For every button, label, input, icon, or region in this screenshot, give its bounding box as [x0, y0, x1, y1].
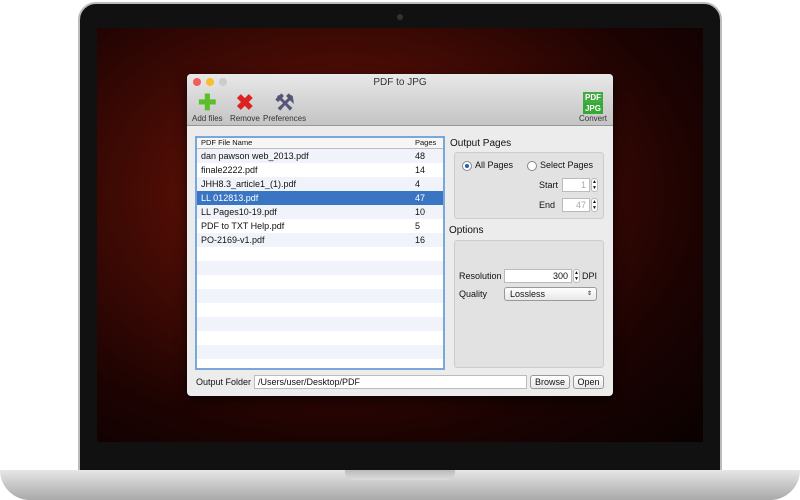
empty-row: [197, 303, 443, 317]
empty-row: [197, 345, 443, 359]
table-row[interactable]: LL Pages10-19.pdf 10: [197, 205, 443, 219]
convert-button[interactable]: PDF JPG Convert: [579, 92, 607, 123]
table-row[interactable]: JHH8.3_article1_(1).pdf 4: [197, 177, 443, 191]
table-row[interactable]: finale2222.pdf 14: [197, 163, 443, 177]
file-list[interactable]: PDF File Name Pages dan pawson web_2013.p…: [195, 136, 445, 370]
options-box: [454, 240, 604, 368]
tools-icon: ⚒: [274, 90, 295, 115]
file-name: dan pawson web_2013.pdf: [201, 151, 309, 161]
resolution-stepper[interactable]: ▲ ▼: [573, 269, 580, 283]
empty-row: [197, 275, 443, 289]
page-count: 16: [415, 235, 426, 245]
empty-row: [197, 317, 443, 331]
open-button[interactable]: Open: [573, 375, 604, 389]
radio-selected-icon: [462, 160, 472, 171]
empty-row: [197, 289, 443, 303]
remove-button[interactable]: ✖ Remove: [230, 90, 260, 124]
page-count: 47: [415, 193, 426, 203]
start-stepper[interactable]: ▲ ▼: [591, 178, 598, 192]
end-field[interactable]: 47: [562, 198, 590, 212]
quality-label: Quality: [459, 289, 488, 299]
file-name: JHH8.3_article1_(1).pdf: [201, 179, 297, 189]
file-name: LL Pages10-19.pdf: [201, 207, 277, 217]
page-count: 5: [415, 221, 421, 231]
remove-x-icon: ✖: [235, 90, 255, 115]
file-name: PO-2169-v1.pdf: [201, 235, 265, 245]
resolution-field[interactable]: 300: [504, 269, 572, 283]
file-name: PDF to TXT Help.pdf: [201, 221, 285, 231]
page-count: 10: [415, 207, 426, 217]
file-name: finale2222.pdf: [201, 165, 258, 175]
options-title: Options: [449, 225, 484, 236]
output-pages-title: Output Pages: [450, 138, 512, 149]
all-pages-radio[interactable]: All Pages: [462, 160, 513, 171]
toolbar: PDF to JPG ✚ Add files ✖ Remove ⚒ Preferenc…: [187, 74, 613, 126]
app-window: PDF to JPG ✚ Add files ✖ Remove ⚒ Preferenc…: [187, 74, 613, 396]
radio-icon: [527, 160, 537, 171]
page-count: 14: [415, 165, 426, 175]
column-header-name[interactable]: PDF File Name: [197, 138, 411, 148]
plus-icon: ✚: [198, 90, 217, 115]
select-pages-radio[interactable]: Select Pages: [527, 160, 593, 171]
file-name: LL 012813.pdf: [201, 193, 259, 203]
table-row[interactable]: PDF to TXT Help.pdf 5: [197, 219, 443, 233]
empty-row: [197, 247, 443, 261]
browse-button[interactable]: Browse: [530, 375, 570, 389]
page-count: 4: [415, 179, 421, 189]
laptop-notch: [345, 470, 455, 480]
empty-row: [197, 331, 443, 345]
pdf-jpeg-icon: PDF JPG: [583, 92, 603, 114]
resolution-label: Resolution: [459, 271, 502, 281]
quality-select[interactable]: Lossless ⇕: [504, 287, 597, 301]
end-stepper[interactable]: ▲ ▼: [591, 198, 598, 212]
table-row[interactable]: dan pawson web_2013.pdf 48: [197, 149, 443, 163]
empty-row: [197, 359, 443, 373]
column-header-pages[interactable]: Pages: [411, 138, 443, 148]
table-row[interactable]: PO-2169-v1.pdf 16: [197, 233, 443, 247]
dpi-label: DPI: [582, 271, 598, 281]
preferences-button[interactable]: ⚒ Preferences: [263, 90, 306, 124]
start-label: Start: [539, 180, 559, 190]
table-row[interactable]: LL 012813.pdf 47: [197, 191, 443, 205]
output-folder-label: Output Folder: [196, 377, 252, 387]
window-title: PDF to JPG: [373, 77, 427, 88]
camera: [397, 14, 403, 20]
page-count: 48: [415, 151, 426, 161]
empty-row: [197, 261, 443, 275]
list-header: PDF File Name Pages: [197, 138, 443, 149]
add-files-button[interactable]: ✚ Add files: [192, 90, 223, 124]
start-field[interactable]: 1: [562, 178, 590, 192]
end-label: End: [539, 200, 556, 210]
updown-chevron-icon: ⇕: [586, 291, 592, 297]
output-folder-field[interactable]: /Users/user/Desktop/PDF: [254, 375, 527, 389]
